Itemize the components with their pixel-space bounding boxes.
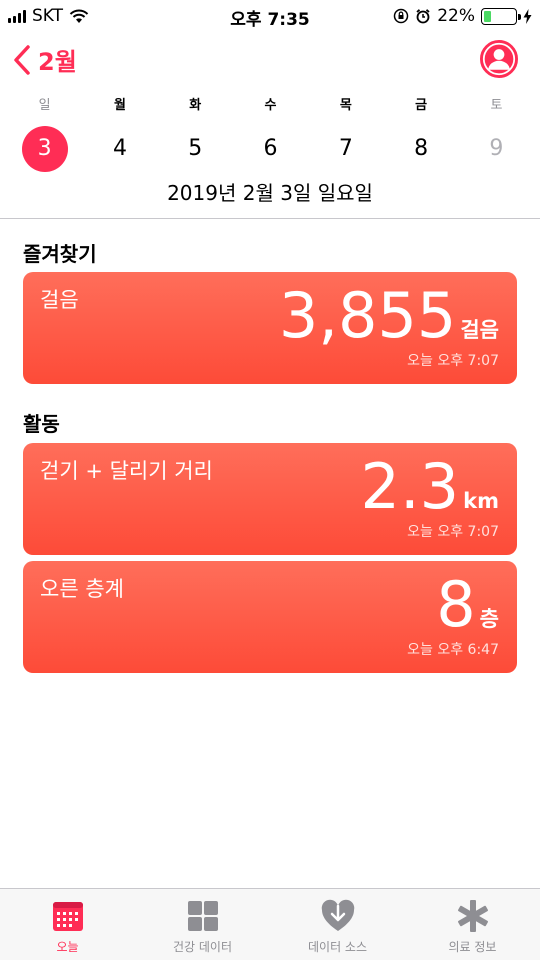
date-cell[interactable]: 4	[82, 126, 157, 172]
tab-medical-id[interactable]: 의료 정보	[405, 889, 540, 960]
tab-health-data[interactable]: 건강 데이터	[135, 889, 270, 960]
status-right: 22%	[393, 6, 532, 26]
card-label: 오른 층계	[40, 577, 124, 601]
card-timestamp: 오늘 오후 6:47	[407, 642, 499, 658]
weekday-label: 월	[113, 98, 126, 113]
back-button[interactable]: 2월	[12, 42, 77, 77]
status-bar: SKT 오후 7:35 22%	[0, 0, 540, 32]
favorites-title: 즐겨찾기	[23, 242, 97, 266]
card-timestamp: 오늘 오후 7:07	[407, 524, 499, 540]
profile-icon	[482, 42, 516, 76]
alarm-icon	[416, 9, 430, 24]
card-value: 3,855 걸음	[279, 278, 499, 354]
profile-button[interactable]	[480, 40, 518, 78]
tab-label: 건강 데이터	[172, 940, 232, 954]
date-cell[interactable]: 6	[233, 126, 308, 172]
card-number: 2.3	[360, 450, 460, 523]
full-date: 2019년 2월 3일 일요일	[167, 181, 373, 205]
battery-percent: 22%	[437, 6, 475, 26]
charging-icon	[523, 8, 532, 24]
date-number: 3	[21, 126, 68, 172]
card-number: 8	[436, 568, 476, 641]
card-label: 걸음	[40, 288, 79, 312]
date-cell-selected[interactable]: 3	[7, 126, 82, 172]
date-cell: 9	[489, 136, 504, 161]
weekday-header: 일 월 화 수 목 금 토	[0, 94, 540, 113]
flights-climbed-card[interactable]: 오른 층계 8 층 오늘 오후 6:47	[23, 561, 517, 673]
date-cell[interactable]: 7	[308, 126, 383, 172]
today-icon	[52, 902, 83, 931]
tab-label: 데이터 소스	[307, 940, 367, 954]
weekday-label: 수	[264, 98, 277, 113]
activity-title: 활동	[23, 412, 60, 436]
distance-card[interactable]: 걷기 + 달리기 거리 2.3 km 오늘 오후 7:07	[23, 443, 517, 555]
data-source-icon	[321, 899, 354, 931]
card-unit: 걸음	[460, 318, 499, 342]
card-timestamp: 오늘 오후 7:07	[407, 353, 499, 369]
date-cell[interactable]: 8	[383, 126, 458, 172]
date-cell[interactable]: 5	[158, 126, 233, 172]
divider	[0, 218, 540, 219]
orientation-lock-icon	[393, 8, 409, 24]
weekday-label: 금	[415, 98, 428, 113]
navigation-bar: 2월	[0, 38, 540, 84]
steps-card[interactable]: 걸음 3,855 걸음 오늘 오후 7:07	[23, 272, 517, 384]
chevron-left-icon	[14, 44, 30, 75]
weekday-label: 일	[38, 98, 51, 113]
card-number: 3,855	[278, 279, 457, 352]
date-strip: 3 4 5 6 7 8 9	[0, 126, 540, 172]
card-value: 2.3 km	[361, 449, 499, 525]
weekday-label: 목	[339, 98, 352, 113]
weekday-label: 화	[189, 98, 202, 113]
medical-id-icon	[457, 900, 488, 932]
tab-data-source[interactable]: 데이터 소스	[270, 889, 405, 960]
health-data-icon	[187, 901, 218, 931]
card-value: 8 층	[436, 567, 499, 643]
card-unit: 층	[479, 607, 499, 631]
weekday-label: 토	[490, 98, 503, 113]
battery-icon	[481, 7, 521, 25]
card-unit: km	[463, 489, 499, 513]
card-label: 걷기 + 달리기 거리	[40, 459, 213, 483]
tab-bar: 오늘 건강 데이터 데이터 소스 의료 정보	[0, 888, 540, 960]
tab-label: 오늘	[56, 940, 79, 954]
back-label: 2월	[38, 48, 77, 76]
tab-today[interactable]: 오늘	[0, 889, 135, 960]
tab-label: 의료 정보	[448, 940, 497, 954]
